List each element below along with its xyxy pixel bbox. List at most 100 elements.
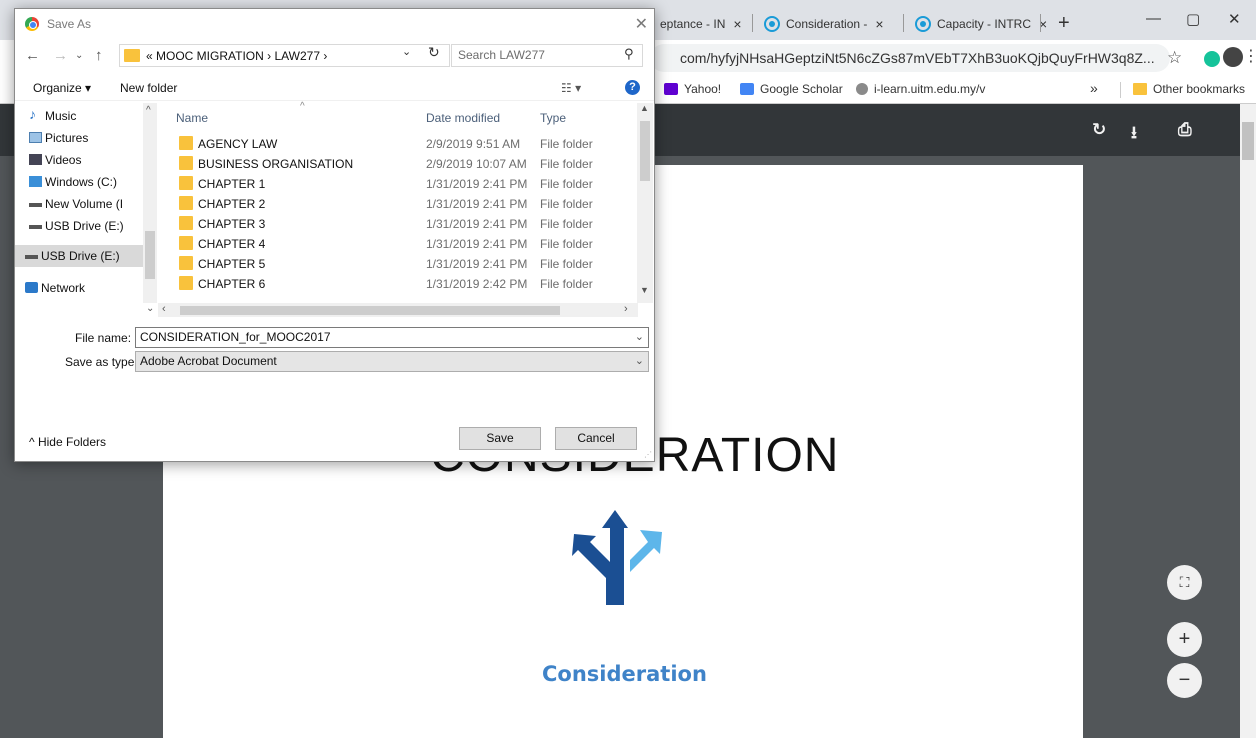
save-type-select[interactable]: Adobe Acrobat Document ⌄ <box>135 351 649 372</box>
tab-capacity[interactable]: Capacity - INTRC × <box>907 8 1055 40</box>
column-date-modified[interactable]: Date modified <box>426 111 500 125</box>
nav-item-usb-drive[interactable]: USB Drive (E:) <box>15 215 143 237</box>
print-icon[interactable]: ⎙ <box>1178 120 1192 140</box>
nav-pane-scrollbar-thumb[interactable] <box>145 231 155 279</box>
bookmarks-overflow-button[interactable]: » <box>1090 80 1098 96</box>
nav-item-label: Videos <box>45 153 82 167</box>
file-name: CHAPTER 5 <box>198 257 266 271</box>
nav-item-videos[interactable]: Videos <box>15 149 143 171</box>
scroll-right-icon[interactable]: › <box>624 303 628 315</box>
file-row[interactable]: CHAPTER 3 1/31/2019 2:41 PM File folder <box>158 213 638 233</box>
file-name-field[interactable]: CONSIDERATION_for_MOOC2017 ⌄ <box>135 327 649 348</box>
save-button[interactable]: Save <box>459 427 541 450</box>
file-row[interactable]: CHAPTER 5 1/31/2019 2:41 PM File folder <box>158 253 638 273</box>
cancel-button[interactable]: Cancel <box>555 427 637 450</box>
bookmark-google-scholar[interactable]: Google Scholar <box>740 82 843 96</box>
window-close-button[interactable]: ✕ <box>1228 10 1241 28</box>
other-bookmarks[interactable]: Other bookmarks <box>1133 82 1245 96</box>
chevron-down-icon[interactable]: ⌄ <box>635 352 644 371</box>
save-type-value: Adobe Acrobat Document <box>140 354 277 368</box>
folder-icon <box>1133 83 1147 95</box>
hide-folders-button[interactable]: ^ Hide Folders <box>29 435 106 449</box>
file-list-hscrollbar[interactable]: ‹ › <box>158 303 638 317</box>
rotate-icon[interactable]: ↻ <box>1092 120 1106 140</box>
nav-item-pictures[interactable]: Pictures <box>15 127 143 149</box>
dialog-close-icon[interactable]: ✕ <box>635 14 648 34</box>
download-icon[interactable]: ⭳ <box>1131 120 1137 149</box>
tab-acceptance[interactable]: eptance - IN × <box>652 8 750 40</box>
recent-locations-icon[interactable]: ⌄ <box>75 50 83 61</box>
usb-drive-icon <box>29 225 42 229</box>
fit-page-button[interactable]: ⛶ <box>1167 565 1202 600</box>
browser-menu-icon[interactable]: ⋮ <box>1243 46 1256 66</box>
profile-avatar[interactable] <box>1223 47 1243 67</box>
tab-consideration[interactable]: Consideration - × <box>756 8 892 40</box>
file-row[interactable]: CHAPTER 6 1/31/2019 2:42 PM File folder <box>158 273 638 293</box>
zoom-out-button[interactable]: − <box>1167 663 1202 698</box>
file-row[interactable]: CHAPTER 4 1/31/2019 2:41 PM File folder <box>158 233 638 253</box>
path-dropdown-icon[interactable]: ⌄ <box>402 45 411 58</box>
new-tab-button[interactable]: + <box>1058 12 1070 35</box>
search-input[interactable]: Search LAW277 <box>451 44 643 67</box>
file-row[interactable]: BUSINESS ORGANISATION 2/9/2019 10:07 AM … <box>158 153 638 173</box>
bookmark-star-icon[interactable]: ☆ <box>1167 48 1182 68</box>
tab-close-icon[interactable]: × <box>875 16 883 32</box>
file-name: CHAPTER 4 <box>198 237 266 251</box>
up-arrow-icon[interactable]: ↑ <box>95 47 103 64</box>
refresh-icon[interactable]: ↻ <box>428 44 440 61</box>
nav-item-network[interactable]: Network <box>15 277 143 299</box>
file-list-scrollbar-thumb[interactable] <box>640 121 650 181</box>
nav-item-windows-c[interactable]: Windows (C:) <box>15 171 143 193</box>
nav-item-new-volume[interactable]: New Volume (I <box>15 193 143 215</box>
dialog-command-bar: Organize ▾ New folder ☷ ▾ ? <box>15 75 654 101</box>
nav-pane-scrollbar[interactable] <box>143 103 157 303</box>
nav-item-usb-drive-root[interactable]: USB Drive (E:) <box>15 245 143 267</box>
nav-item-label: USB Drive (E:) <box>45 219 124 233</box>
chevron-up-icon[interactable]: ^ <box>146 105 151 116</box>
view-options-icon[interactable]: ☷ ▾ <box>561 81 581 95</box>
folder-icon <box>179 216 193 230</box>
zoom-in-button[interactable]: + <box>1167 622 1202 657</box>
minimize-button[interactable]: — <box>1146 10 1161 27</box>
bookmark-ilearn[interactable]: i-learn.uitm.edu.my/v <box>856 82 985 96</box>
column-name[interactable]: Name <box>176 111 208 125</box>
nav-item-music[interactable]: ♪ Music <box>15 105 143 127</box>
file-type: File folder <box>540 177 593 191</box>
file-date: 1/31/2019 2:41 PM <box>426 237 528 251</box>
scroll-up-icon[interactable]: ▲ <box>640 103 649 113</box>
grammarly-extension-icon[interactable] <box>1204 51 1220 67</box>
file-row[interactable]: CHAPTER 2 1/31/2019 2:41 PM File folder <box>158 193 638 213</box>
help-icon[interactable]: ? <box>625 80 640 95</box>
file-row[interactable]: CHAPTER 1 1/31/2019 2:41 PM File folder <box>158 173 638 193</box>
folder-icon <box>179 256 193 270</box>
page-scrollbar-thumb[interactable] <box>1242 122 1254 160</box>
back-arrow-icon[interactable]: ← <box>25 47 40 64</box>
tab-divider <box>752 14 753 32</box>
file-date: 1/31/2019 2:41 PM <box>426 197 528 211</box>
breadcrumb[interactable]: « MOOC MIGRATION › LAW277 › <box>119 44 450 67</box>
search-icon: ⚲ <box>624 46 634 61</box>
file-date: 1/31/2019 2:42 PM <box>426 277 528 291</box>
file-row[interactable]: AGENCY LAW 2/9/2019 9:51 AM File folder <box>158 133 638 153</box>
organize-button[interactable]: Organize ▾ <box>33 81 91 95</box>
scroll-down-icon[interactable]: ▼ <box>640 285 649 295</box>
resize-grip-icon[interactable]: ⋰ <box>644 450 652 459</box>
file-type: File folder <box>540 237 593 251</box>
forward-arrow-icon[interactable]: → <box>53 47 68 64</box>
scroll-left-icon[interactable]: ‹ <box>162 303 166 315</box>
page-scrollbar[interactable] <box>1240 104 1256 738</box>
address-bar[interactable]: com/hyfyjNHsaHGeptziNt5N6cZGs87mVEbT7XhB… <box>650 44 1170 72</box>
new-folder-button[interactable]: New folder <box>120 81 177 95</box>
bookmarks-divider <box>1120 82 1121 98</box>
file-list-hscrollbar-thumb[interactable] <box>180 306 560 315</box>
bookmark-yahoo[interactable]: Yahoo! <box>664 82 721 96</box>
tab-label: Consideration - <box>786 17 868 31</box>
maximize-button[interactable]: ▢ <box>1186 10 1200 28</box>
column-type[interactable]: Type <box>540 111 566 125</box>
chevron-down-icon[interactable]: ⌄ <box>146 303 154 314</box>
bookmark-label: Yahoo! <box>684 82 722 96</box>
chevron-down-icon[interactable]: ⌄ <box>635 328 644 347</box>
tab-close-icon[interactable]: × <box>733 16 741 32</box>
file-list-scrollbar[interactable]: ▲ ▼ <box>637 103 653 303</box>
nav-item-label: Pictures <box>45 131 89 145</box>
